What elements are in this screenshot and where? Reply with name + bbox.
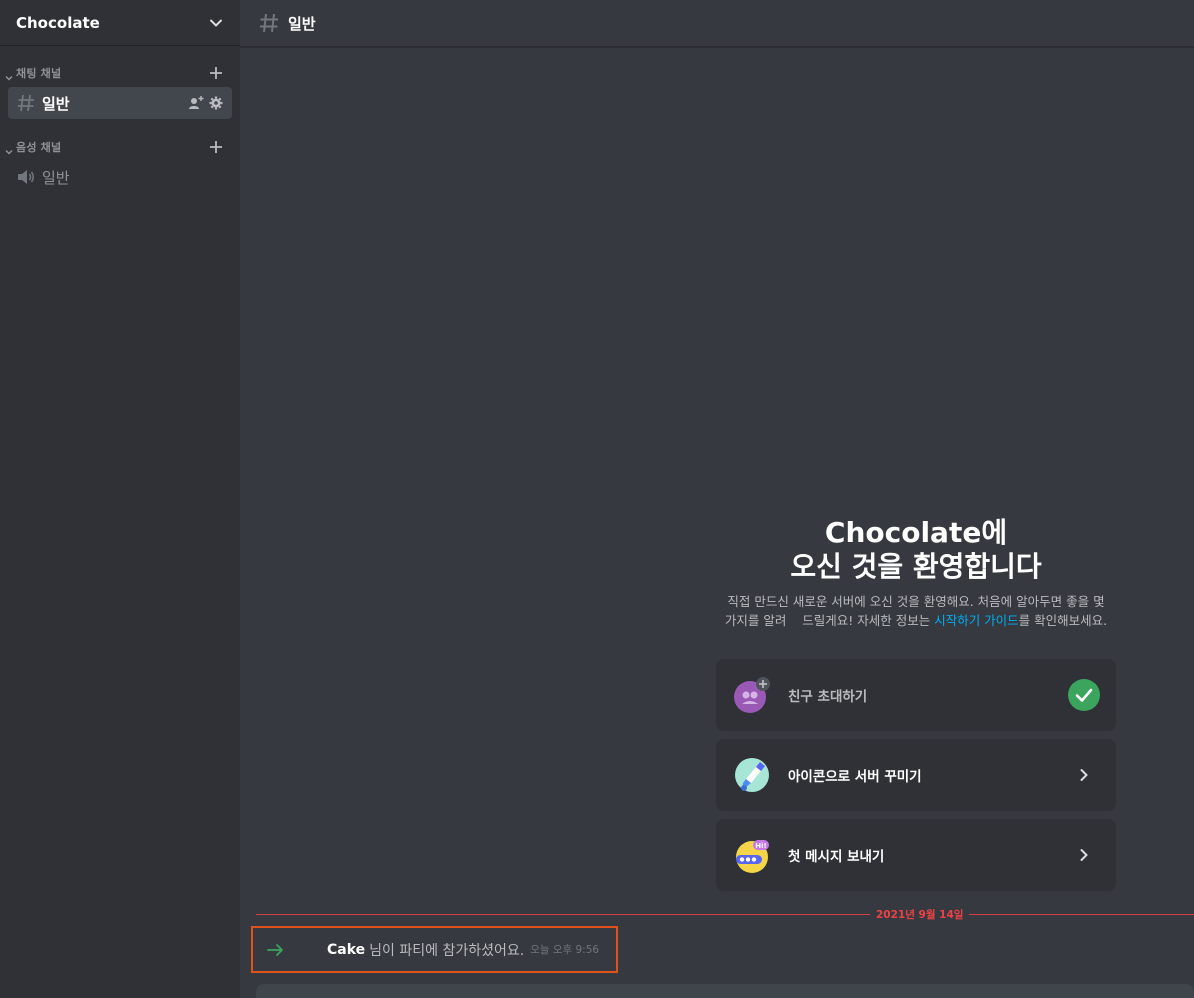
chevron-right-icon: [1068, 839, 1100, 871]
invite-friends-card[interactable]: 친구 초대하기: [716, 659, 1116, 731]
getting-started-guide-link[interactable]: 시작하기 가이드: [934, 613, 1018, 628]
welcome-desc-line-2: 가지를 알려 드릴게요! 자세한 정보는 시작하기 가이드를 확인해보세요.: [716, 611, 1116, 630]
speaker-icon: [16, 167, 36, 187]
join-message-text: 님이 파티에 참가하셨어요.: [369, 942, 525, 959]
svg-text:Hi!: Hi!: [755, 842, 766, 850]
channel-sidebar: Chocolate 채팅 채널 일반 음성 채널 일반: [0, 0, 240, 998]
date-divider-label: 2021년 9월 14일: [870, 907, 970, 922]
welcome-description: 직접 만드신 새로운 서버에 오신 것을 환영해요. 처음에 알아두면 좋을 몇…: [716, 592, 1116, 630]
welcome-section: Chocolate에 오신 것을 환영합니다 직접 만드신 새로운 서버에 오신…: [716, 516, 1116, 630]
category-voice-channels[interactable]: 음성 채널: [0, 137, 240, 157]
chevron-down-icon: [4, 68, 14, 81]
invite-friends-icon: [734, 677, 770, 713]
card-label: 아이콘으로 서버 꾸미기: [788, 769, 922, 785]
channel-label: 일반: [42, 168, 70, 187]
chevron-right-icon: [1068, 759, 1100, 791]
server-header[interactable]: Chocolate: [0, 0, 240, 46]
channel-label: 일반: [42, 94, 70, 113]
welcome-title-line-1: Chocolate에: [824, 516, 1008, 549]
chevron-down-icon: [4, 142, 14, 155]
customize-server-card[interactable]: 아이콘으로 서버 꾸미기: [716, 739, 1116, 811]
hash-icon: [260, 13, 278, 33]
welcome-title-line-2: 오신 것을 환영합니다: [790, 550, 1042, 583]
arrow-right-icon: [267, 943, 283, 956]
category-label: 채팅 채널: [16, 67, 62, 80]
username[interactable]: Cake: [327, 942, 365, 958]
add-channel-icon[interactable]: [208, 139, 224, 155]
check-circle-icon: [1068, 679, 1100, 711]
category-text-channels[interactable]: 채팅 채널: [0, 63, 240, 83]
server-name: Chocolate: [16, 13, 100, 32]
chat-area: 일반 Chocolate에 오신 것을 환영합니다 직접 만드신 새로운 서버에…: [240, 0, 1194, 998]
welcome-desc-line-1: 직접 만드신 새로운 서버에 오신 것을 환영해요. 처음에 알아두면 좋을 몇: [727, 594, 1105, 609]
message-composer[interactable]: [256, 984, 1194, 998]
hash-icon: [16, 93, 36, 113]
chat-bubble-icon: Hi!: [734, 837, 770, 873]
welcome-title: Chocolate에 오신 것을 환영합니다: [716, 516, 1116, 584]
new-messages-divider: [256, 914, 1194, 915]
add-channel-icon[interactable]: [208, 65, 224, 81]
desc-text: 가지를 알려 드릴게요! 자세한 정보는: [724, 613, 935, 628]
desc-text: 를 확인해보세요.: [1018, 613, 1108, 628]
chevron-down-icon: [208, 15, 224, 31]
gear-icon[interactable]: [208, 95, 224, 111]
channel-title: 일반: [288, 14, 316, 33]
system-join-message: Cake 님이 파티에 참가하셨어요. 오늘 오후 9:56: [251, 926, 618, 973]
category-label: 음성 채널: [16, 141, 62, 154]
card-label: 친구 초대하기: [788, 689, 868, 705]
card-label: 첫 메시지 보내기: [788, 849, 885, 865]
paintbrush-icon: [734, 757, 770, 793]
channel-header: 일반: [240, 0, 1194, 47]
send-first-message-card[interactable]: Hi! 첫 메시지 보내기: [716, 819, 1116, 891]
add-member-icon[interactable]: [188, 95, 204, 111]
sidebar-item-general-voice[interactable]: 일반: [8, 161, 232, 193]
sidebar-item-general-text[interactable]: 일반: [8, 87, 232, 119]
message-timestamp: 오늘 오후 9:56: [530, 944, 600, 956]
